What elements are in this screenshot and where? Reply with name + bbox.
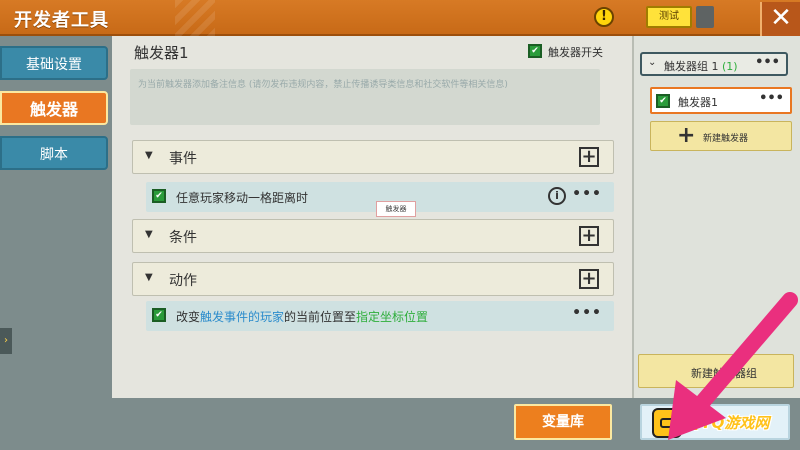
section-condition-label: 条件	[169, 230, 197, 246]
action-param-player[interactable]: 触发事件的玩家	[200, 310, 284, 324]
new-trigger-group-button[interactable]: 新建触发器组	[638, 354, 794, 388]
note-input[interactable]: 为当前触发器添加备注信息 (请勿发布违规内容，禁止传播诱导类信息和社交软件等相关…	[130, 69, 600, 125]
tooltip: 触发器	[376, 201, 416, 217]
exclamation-icon[interactable]: !	[594, 7, 614, 27]
sidebar-item-scripts[interactable]: 脚本	[0, 136, 108, 170]
action-text: 改变触发事件的玩家的当前位置至指定坐标位置	[176, 308, 428, 325]
sidebar-item-basic-settings[interactable]: 基础设置	[0, 46, 108, 80]
chevron-right-icon[interactable]: ›	[0, 328, 12, 354]
top-bar: 开发者工具 ! 测试 ✕	[0, 0, 800, 36]
collapse-arrow-icon[interactable]: ▼	[145, 150, 153, 161]
test-toggle[interactable]	[696, 6, 714, 28]
left-menu: 基础设置 触发器 脚本 ›	[0, 36, 112, 450]
section-action-label: 动作	[169, 273, 197, 289]
more-icon[interactable]: •••	[759, 91, 784, 106]
collapse-arrow-icon[interactable]: ▼	[145, 272, 153, 283]
trigger-item-name: 触发器1	[678, 96, 718, 109]
info-icon[interactable]: i	[548, 187, 566, 205]
window-title: 开发者工具	[14, 10, 109, 31]
add-event-icon[interactable]: +	[579, 147, 599, 167]
plus-icon: +	[677, 123, 696, 148]
event-text: 任意玩家移动一格距离时	[176, 191, 309, 205]
group-count: (1)	[722, 60, 738, 73]
trigger-name[interactable]: 触发器1	[134, 42, 189, 63]
section-action[interactable]: ▼ 动作 +	[132, 262, 614, 296]
group-name-text: 触发器组 1	[664, 60, 719, 73]
section-event[interactable]: ▼ 事件 +	[132, 140, 614, 174]
test-button[interactable]: 测试	[646, 6, 692, 28]
more-icon[interactable]: •••	[755, 55, 780, 70]
trigger-switch-checkbox[interactable]: ✔	[528, 44, 542, 58]
close-icon[interactable]: ✕	[760, 2, 800, 36]
chevron-down-icon[interactable]: ⌄	[648, 57, 656, 68]
new-trigger-label: 新建触发器	[703, 134, 749, 144]
event-checkbox[interactable]: ✔	[152, 189, 166, 203]
watermark-text: QYQ游戏网	[688, 414, 770, 432]
new-trigger-button[interactable]: + 新建触发器	[650, 121, 792, 151]
note-placeholder: 为当前触发器添加备注信息 (请勿发布违规内容，禁止传播诱导类信息和社交软件等相关…	[138, 80, 508, 90]
trigger-item-checkbox[interactable]: ✔	[656, 94, 670, 108]
section-condition[interactable]: ▼ 条件 +	[132, 219, 614, 253]
more-icon[interactable]: •••	[572, 305, 602, 321]
new-group-label: 新建触发器组	[691, 367, 757, 380]
collapse-arrow-icon[interactable]: ▼	[145, 229, 153, 240]
header-stripes	[175, 0, 215, 36]
trigger-editor: 触发器1 ✔ 触发器开关 为当前触发器添加备注信息 (请勿发布违规内容，禁止传播…	[112, 36, 632, 398]
trigger-group-name: 触发器组 1 (1)	[664, 58, 738, 74]
variable-library-button[interactable]: 变量库	[514, 404, 612, 440]
add-action-icon[interactable]: +	[579, 269, 599, 289]
sidebar-item-triggers[interactable]: 触发器	[0, 91, 108, 125]
add-condition-icon[interactable]: +	[579, 226, 599, 246]
more-icon[interactable]: •••	[572, 186, 602, 202]
action-prefix: 改变	[176, 310, 201, 324]
action-row[interactable]: ✔ 改变触发事件的玩家的当前位置至指定坐标位置 •••	[146, 301, 614, 331]
trigger-list-item[interactable]: ✔ 触发器1 •••	[650, 87, 792, 114]
action-param-position[interactable]: 指定坐标位置	[356, 310, 428, 324]
gamepad-icon	[652, 408, 682, 438]
trigger-switch-label: 触发器开关	[548, 46, 603, 59]
trigger-list-panel: ⌄ 触发器组 1 (1) ••• ✔ 触发器1 ••• + 新建触发器 新建触发…	[632, 36, 800, 398]
trigger-group-header[interactable]: ⌄ 触发器组 1 (1) •••	[640, 52, 788, 76]
watermark: QYQ游戏网	[648, 406, 798, 444]
action-mid: 的当前位置至	[284, 310, 357, 324]
section-event-label: 事件	[169, 151, 197, 167]
action-checkbox[interactable]: ✔	[152, 308, 166, 322]
